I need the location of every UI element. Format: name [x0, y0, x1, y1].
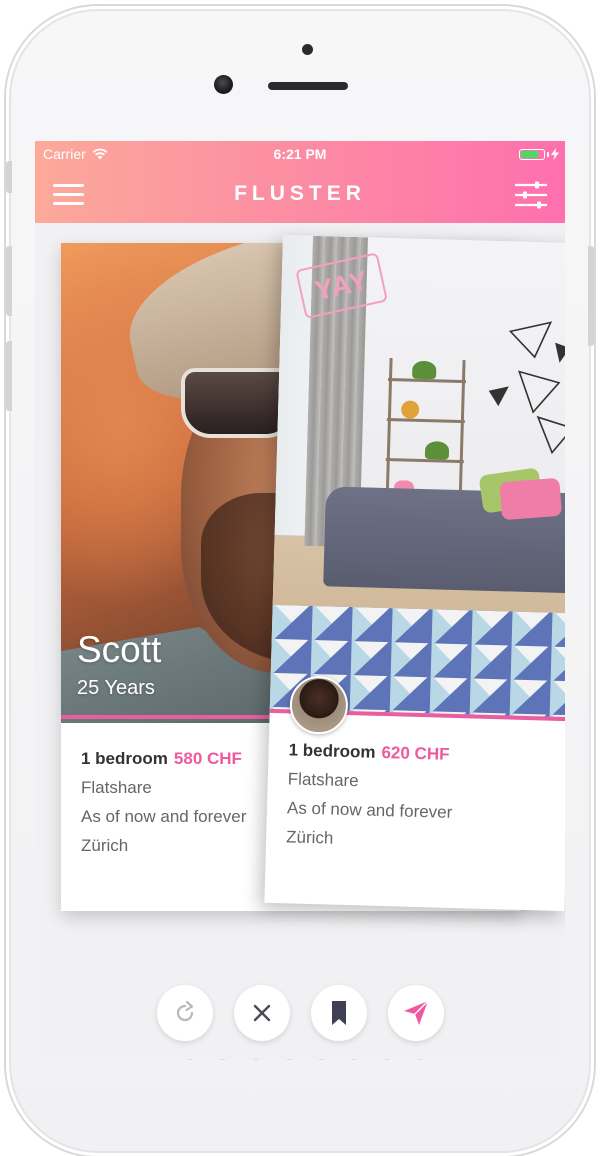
person-name: Scott — [77, 629, 162, 670]
app-title: FLUSTER — [234, 182, 366, 205]
room-summary: 1 bedroom 580 CHF — [81, 749, 246, 769]
wall-decor — [488, 321, 565, 455]
sliders-filter-icon[interactable] — [515, 181, 547, 209]
undo-icon — [176, 1000, 194, 1022]
housing-type: Flatshare — [287, 769, 359, 791]
owner-avatar[interactable] — [289, 675, 349, 735]
dismiss-button[interactable] — [234, 985, 290, 1041]
close-icon — [253, 1004, 271, 1022]
availability: As of now and forever — [286, 798, 453, 822]
power-button — [588, 246, 594, 346]
city: Zürich — [285, 827, 334, 848]
bookmark-icon — [332, 1001, 346, 1025]
volume-down-button — [6, 341, 12, 411]
action-bar — [35, 985, 565, 1045]
battery-icon — [519, 148, 545, 160]
send-button[interactable] — [388, 985, 444, 1041]
person-card-details: 1 bedroom 580 CHF Flatshare As of now and… — [81, 749, 246, 865]
bedroom-count: 1 bedroom — [81, 749, 168, 768]
person-age: 25 Years — [77, 677, 155, 699]
bedroom-count: 1 bedroom — [288, 740, 376, 762]
bookmark-button[interactable] — [311, 985, 367, 1041]
app-screen: Carrier 6:21 PM FLUSTER Scott 25 Years 1… — [35, 141, 565, 1060]
undo-button[interactable] — [157, 985, 213, 1041]
availability: As of now and forever — [81, 807, 247, 826]
room-card[interactable]: YAY 1 bedroom 620 CHF Flatshare As of now… — [264, 235, 565, 912]
room-card-details: 1 bedroom 620 CHF Flatshare As of now and… — [286, 740, 455, 861]
housing-type: Flatshare — [81, 778, 152, 797]
volume-up-button — [6, 246, 12, 316]
app-header: Carrier 6:21 PM FLUSTER — [35, 141, 565, 223]
charging-bolt-icon — [551, 148, 559, 160]
room-summary: 1 bedroom 620 CHF — [288, 740, 454, 765]
city: Zürich — [81, 836, 129, 855]
front-camera — [214, 75, 233, 94]
status-bar: Carrier 6:21 PM — [35, 145, 565, 165]
nav-bar: FLUSTER — [35, 171, 565, 221]
rent-price: 580 CHF — [173, 749, 242, 768]
proximity-sensor — [302, 44, 313, 55]
card-stack-area: Scott 25 Years 1 bedroom 580 CHF Flatshar… — [35, 223, 565, 1060]
battery-indicator — [519, 148, 559, 160]
send-icon — [404, 1000, 429, 1025]
status-time: 6:21 PM — [273, 146, 327, 162]
earpiece-speaker — [268, 82, 348, 90]
rent-price: 620 CHF — [381, 742, 450, 764]
room-photo: YAY — [269, 235, 565, 718]
mute-switch — [6, 161, 12, 193]
